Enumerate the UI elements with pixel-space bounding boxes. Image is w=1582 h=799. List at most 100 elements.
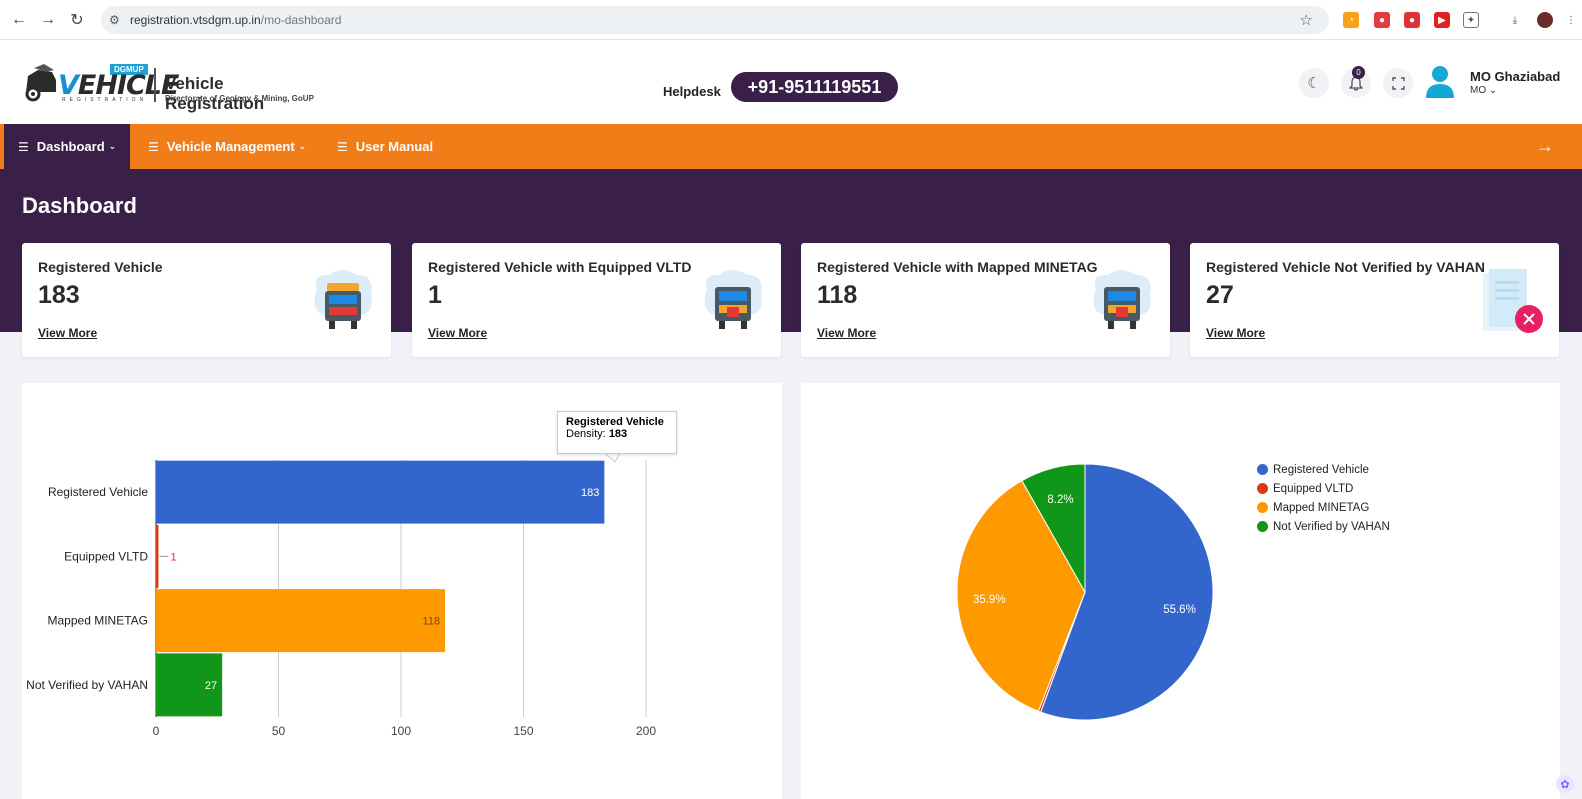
arrow-right-icon[interactable]: → [1536, 136, 1554, 157]
legend-item: Not Verified by VAHAN [1257, 517, 1390, 536]
logo-truck-icon [25, 64, 56, 102]
x-tick-label: 0 [153, 724, 160, 738]
bar-value-label: 118 [423, 616, 441, 628]
bar-value-label: 183 [581, 487, 599, 499]
download-icon[interactable]: ⤓ [1507, 12, 1523, 28]
document-rejected-illustration-icon [1483, 269, 1543, 333]
card-title: Registered Vehicle with Mapped MINETAG [817, 259, 1098, 275]
logo-small-text: REGISTRATION [62, 97, 148, 103]
legend-item: Equipped VLTD [1257, 479, 1390, 498]
url-text: registration.vtsdgm.up.in/mo-dashboard [130, 13, 342, 27]
card-value: 1 [428, 281, 442, 309]
view-more-link[interactable]: View More [38, 326, 97, 340]
view-more-link[interactable]: View More [428, 326, 487, 340]
view-more-link[interactable]: View More [817, 326, 876, 340]
truck-illustration-icon [704, 270, 762, 329]
pie-legend: Registered Vehicle Equipped VLTD Mapped MI… [1257, 460, 1390, 536]
user-avatar-icon[interactable] [1425, 64, 1455, 100]
legend-label: Registered Vehicle [1273, 463, 1369, 476]
x-tick-label: 50 [272, 724, 286, 738]
pie-chart: 55.6% 35.9% 8.2% [956, 463, 1214, 721]
site-info-icon[interactable]: ⚙ [109, 13, 120, 27]
helpdesk-label: Helpdesk [663, 84, 721, 99]
legend-item: Mapped MINETAG [1257, 498, 1390, 517]
notification-count-badge: 0 [1352, 66, 1365, 79]
menu-item-vehicle-management[interactable]: ☰ Vehicle Management ⌄ [148, 124, 306, 169]
view-more-link[interactable]: View More [1206, 326, 1265, 340]
menu-label: Vehicle Management [166, 139, 295, 154]
extension-icon[interactable]: ● [1374, 12, 1390, 28]
y-category-label: Mapped MINETAG [48, 614, 148, 628]
pie-slice-label: 55.6% [1163, 604, 1196, 616]
profile-avatar-icon[interactable] [1537, 12, 1553, 28]
browser-toolbar: ← → ↻ ⚙ registration.vtsdgm.up.in/mo-das… [0, 0, 1582, 40]
tooltip-label: Density: [566, 428, 606, 440]
helpdesk-phone-button[interactable]: +91-9511119551 [731, 72, 898, 102]
y-category-label: Registered Vehicle [48, 485, 148, 499]
dark-mode-moon-icon[interactable]: ☾ [1299, 68, 1329, 98]
x-tick-label: 200 [636, 724, 656, 738]
reload-icon[interactable]: ↻ [66, 9, 88, 31]
legend-swatch [1257, 464, 1268, 475]
card-title: Registered Vehicle [38, 259, 163, 275]
more-menu-icon[interactable]: ⋮ [1563, 12, 1579, 28]
server-icon: ☰ [18, 139, 29, 154]
main-menu: ☰ Dashboard ⌄ ☰ Vehicle Management ⌄ ☰ U… [0, 124, 1582, 169]
pie-slice-label: 8.2% [1047, 494, 1073, 506]
legend-label: Equipped VLTD [1273, 482, 1354, 495]
legend-swatch [1257, 521, 1268, 532]
bar-value-label: 27 [205, 680, 217, 692]
stat-card-equipped-vltd: Registered Vehicle with Equipped VLTD 1 … [412, 243, 781, 357]
truck-illustration-icon [1093, 270, 1151, 329]
logo-divider [154, 68, 156, 102]
x-tick-label: 100 [391, 724, 411, 738]
forward-icon[interactable]: → [37, 9, 59, 31]
back-icon[interactable]: ← [8, 9, 30, 31]
page-title: Dashboard [22, 193, 137, 218]
rss-extension-icon[interactable]: ◔ [1343, 12, 1359, 28]
stat-card-registered-vehicle: Registered Vehicle 183 View More [22, 243, 391, 357]
user-role-dropdown[interactable]: MO ⌄ [1470, 85, 1497, 96]
bar-value-label: 1 [170, 551, 176, 563]
pie-chart-panel: 55.6% 35.9% 8.2% [801, 383, 1560, 799]
fullscreen-icon[interactable] [1383, 68, 1413, 98]
bar [156, 460, 605, 524]
y-category-label: Equipped VLTD [64, 549, 148, 563]
app-header: DGMUP VEHICLE REGISTRATION Vehicle Regis… [0, 40, 1582, 124]
bar [156, 589, 446, 653]
address-bar[interactable]: ⚙ registration.vtsdgm.up.in/mo-dashboard… [101, 6, 1329, 34]
server-icon: ☰ [148, 139, 159, 154]
x-tick-label: 150 [513, 724, 533, 738]
menu-label: User Manual [355, 139, 434, 154]
user-name[interactable]: MO Ghaziabad [1470, 69, 1560, 84]
legend-swatch [1257, 502, 1268, 513]
card-value: 183 [38, 281, 80, 309]
card-title: Registered Vehicle Not Verified by VAHAN [1206, 259, 1486, 275]
app-subtitle: Directorate of Geology & Mining, GoUP [165, 94, 314, 103]
truck-illustration-icon [314, 270, 372, 329]
stat-card-not-verified-vahan: Registered Vehicle Not Verified by VAHAN… [1190, 243, 1559, 357]
video-extension-icon[interactable]: ▶ [1434, 12, 1450, 28]
chevron-down-icon: ⌄ [1486, 85, 1498, 96]
menu-item-dashboard[interactable]: ☰ Dashboard ⌄ [4, 124, 130, 169]
extension-icon[interactable]: ● [1404, 12, 1420, 28]
extensions-puzzle-icon[interactable]: ✦ [1463, 12, 1479, 28]
assistant-icon[interactable]: ✿ [1556, 775, 1574, 793]
y-category-label: Not Verified by VAHAN [26, 678, 148, 692]
legend-swatch [1257, 483, 1268, 494]
legend-item: Registered Vehicle [1257, 460, 1390, 479]
legend-label: Not Verified by VAHAN [1273, 520, 1390, 533]
tooltip-title: Registered Vehicle [566, 416, 664, 428]
chevron-down-icon: ⌄ [298, 141, 307, 151]
logo[interactable]: DGMUP VEHICLE REGISTRATION Vehicle Regis… [24, 58, 324, 113]
tooltip-pointer [604, 452, 621, 463]
bar [156, 524, 159, 588]
menu-label: Dashboard [36, 139, 105, 154]
bookmark-star-icon[interactable]: ☆ [1300, 11, 1313, 29]
card-value: 27 [1206, 281, 1234, 309]
legend-label: Mapped MINETAG [1273, 501, 1370, 514]
chevron-down-icon: ⌄ [108, 141, 117, 151]
chart-tooltip: Registered Vehicle Density: 183 [557, 411, 677, 454]
card-title: Registered Vehicle with Equipped VLTD [428, 259, 692, 275]
menu-item-user-manual[interactable]: ☰ User Manual [337, 124, 433, 169]
